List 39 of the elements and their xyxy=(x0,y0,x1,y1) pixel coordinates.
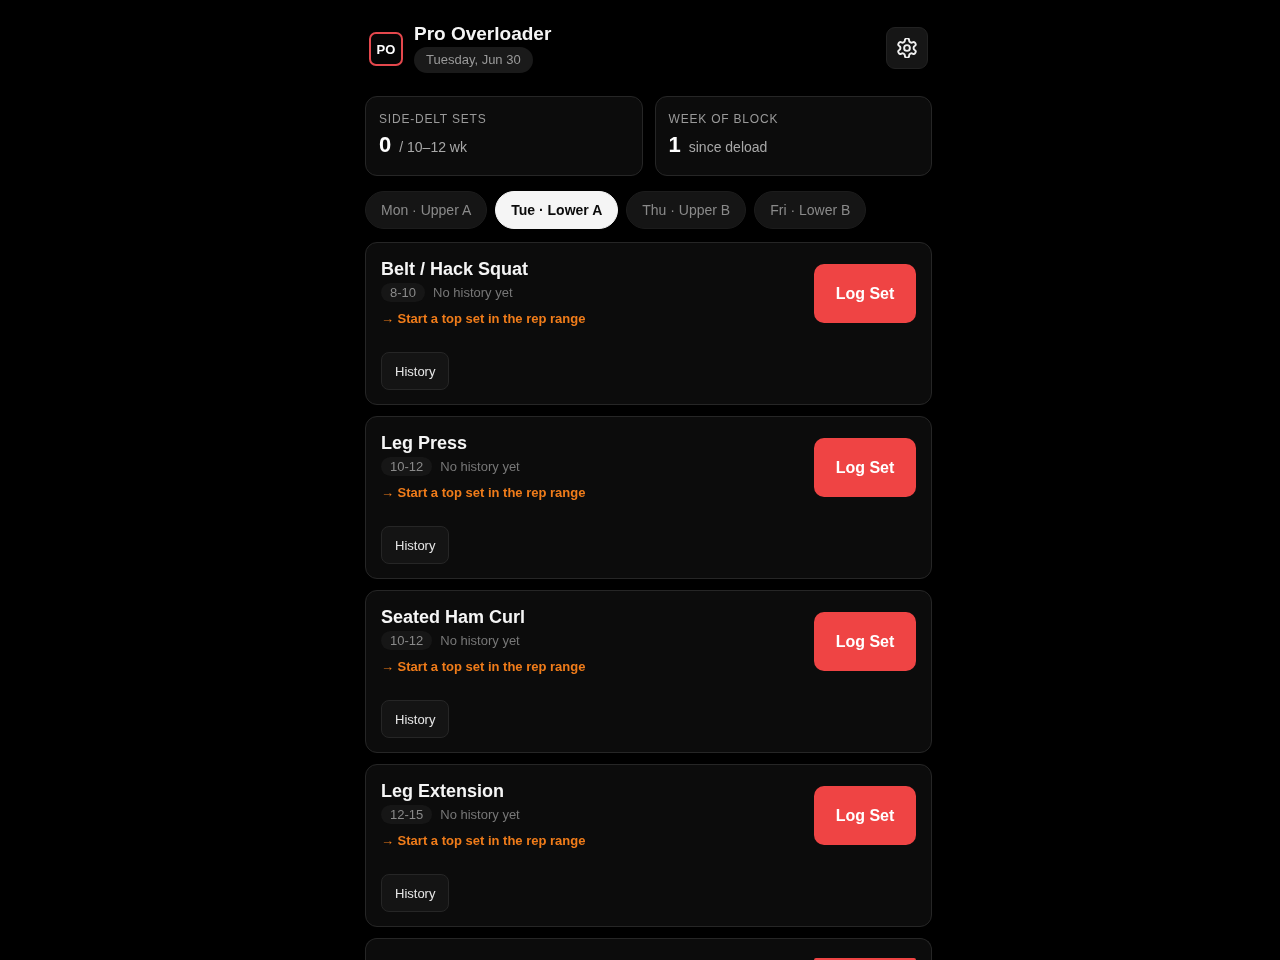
settings-icon xyxy=(897,38,917,58)
log-set-button[interactable]: Log Set xyxy=(814,786,916,845)
history-button[interactable]: History xyxy=(381,700,450,738)
history-button[interactable]: History xyxy=(381,352,450,390)
hint-text: → Start a top set in the rep range xyxy=(381,659,586,675)
stat-detail: since deload xyxy=(688,139,768,155)
day-tab[interactable]: Tue · Lower A xyxy=(495,191,619,229)
history-note: No history yet xyxy=(440,807,520,822)
day-tab[interactable]: Thu · Upper B xyxy=(626,191,747,229)
exercise-name: Belt / Hack Squat xyxy=(381,258,529,280)
day-tab[interactable]: Fri · Lower B xyxy=(754,191,867,229)
log-set-button[interactable]: Log Set xyxy=(814,264,916,323)
history-note: No history yet xyxy=(440,459,520,474)
history-note: No history yet xyxy=(433,285,513,300)
stat-detail: / 10–12 wk xyxy=(399,139,467,155)
history-button[interactable]: History xyxy=(381,874,450,912)
settings-button[interactable] xyxy=(886,27,928,69)
stat-label: WEEK OF BLOCK xyxy=(668,111,780,127)
exercise-name: Leg Extension xyxy=(381,780,505,802)
rep-range-tag: 12-15 xyxy=(381,805,433,824)
exercise-name: Leg Press xyxy=(381,432,468,454)
hint-text: → Start a top set in the rep range xyxy=(381,485,586,501)
rep-range-tag: 10-12 xyxy=(381,457,433,476)
history-button[interactable]: History xyxy=(381,526,450,564)
hint-text: → Start a top set in the rep range xyxy=(381,833,586,849)
rep-range-tag: 8-10 xyxy=(381,283,426,302)
history-note: No history yet xyxy=(440,633,520,648)
stat-value: 0 xyxy=(379,132,392,158)
stat-label: SIDE-DELT SETS xyxy=(379,111,488,127)
app-logo: PO xyxy=(369,32,403,66)
date-label: Tuesday, Jun 30 xyxy=(414,47,533,73)
day-tab[interactable]: Mon · Upper A xyxy=(365,191,488,229)
hint-text: → Start a top set in the rep range xyxy=(381,311,586,327)
exercise-name: Seated Ham Curl xyxy=(381,606,526,628)
log-set-button[interactable]: Log Set xyxy=(814,612,916,671)
rep-range-tag: 10-12 xyxy=(381,631,433,650)
stat-value: 1 xyxy=(668,132,681,158)
log-set-button[interactable]: Log Set xyxy=(814,438,916,497)
app-title: Pro Overloader xyxy=(414,22,552,46)
